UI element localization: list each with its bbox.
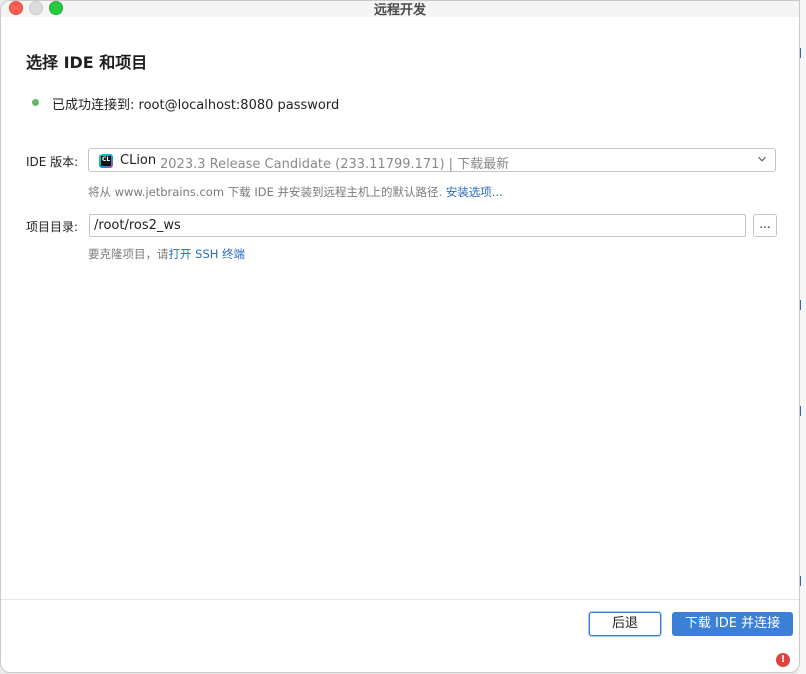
download-and-connect-button[interactable]: 下载 IDE 并连接: [672, 612, 793, 636]
background-code-mark: [799, 48, 806, 58]
page-title: 选择 IDE 和项目: [26, 53, 148, 72]
chevron-down-icon: [758, 156, 766, 162]
back-button[interactable]: 后退: [589, 612, 661, 636]
project-directory-input[interactable]: [89, 214, 746, 237]
clion-logo-icon: CL: [99, 154, 113, 168]
window-title: 远程开发: [373, 3, 426, 18]
footer-divider: [1, 599, 799, 600]
install-options-link[interactable]: 安装选项...: [446, 185, 503, 199]
connection-status-icon: [32, 99, 39, 106]
ide-install-hint-text: 将从 www.jetbrains.com 下载 IDE 并安装到远程主机上的默认…: [88, 185, 443, 199]
clion-logo-text: CL: [102, 156, 111, 163]
open-ssh-terminal-link[interactable]: 打开 SSH 终端: [169, 247, 246, 261]
background-code-mark: [799, 576, 806, 586]
clone-project-hint: 要克隆项目，请打开 SSH 终端: [88, 246, 245, 262]
ide-version-select[interactable]: CL CLion 2023.3 Release Candidate (233.1…: [88, 148, 776, 172]
browse-button[interactable]: ...: [753, 214, 777, 237]
ide-version-detail: 2023.3 Release Candidate (233.11799.171)…: [160, 157, 510, 172]
title-bar: 远程开发: [1, 1, 799, 18]
connection-status-text: 已成功连接到: root@localhost:8080 password: [52, 98, 340, 113]
ide-install-hint: 将从 www.jetbrains.com 下载 IDE 并安装到远程主机上的默认…: [88, 184, 503, 200]
background-code-mark: [799, 300, 806, 310]
error-icon[interactable]: !: [776, 653, 790, 667]
background-code-mark: [799, 406, 806, 416]
remote-development-dialog: 远程开发 选择 IDE 和项目 已成功连接到: root@localhost:8…: [0, 0, 800, 673]
ide-name: CLion: [120, 153, 157, 168]
clone-project-hint-text: 要克隆项目，请: [88, 247, 169, 261]
ide-version-label: IDE 版本:: [26, 155, 79, 169]
project-directory-label: 项目目录:: [26, 220, 79, 234]
